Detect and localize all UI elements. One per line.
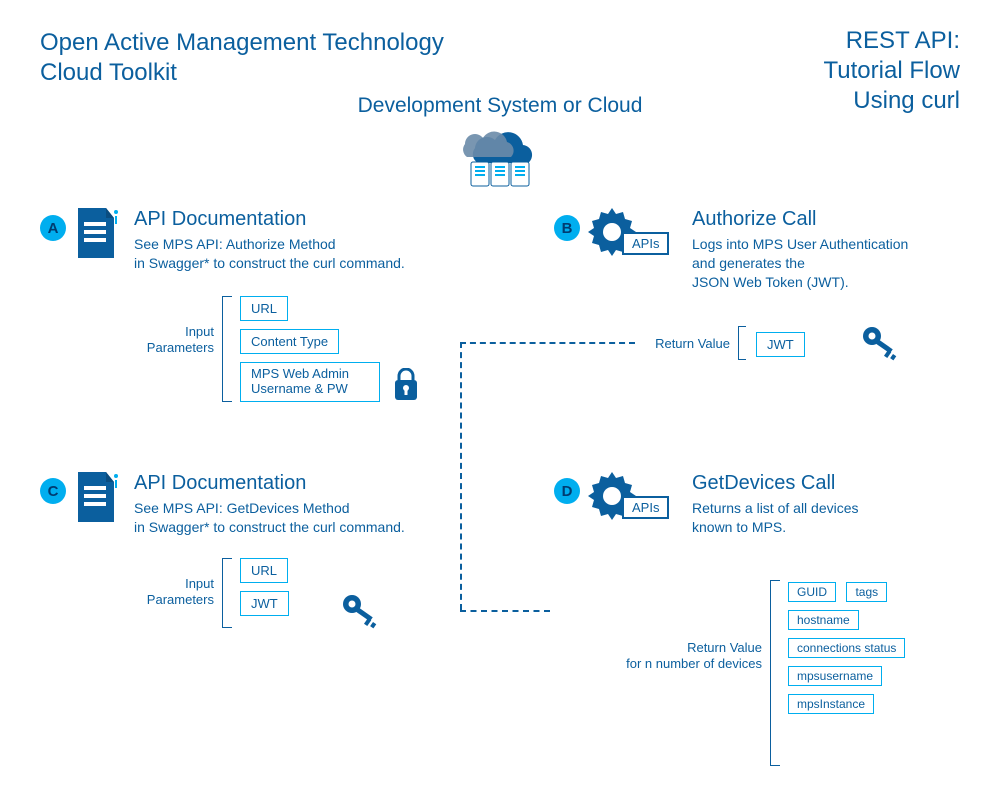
- dev-system-label: Development System or Cloud: [358, 94, 643, 118]
- connector-line: [460, 610, 550, 612]
- document-icon: [72, 206, 120, 267]
- section-c-title: API Documentation: [134, 472, 464, 495]
- section-b-body1: Logs into MPS User Authentication: [692, 235, 972, 254]
- section-c: API Documentation See MPS API: GetDevice…: [134, 472, 464, 537]
- badge-d: D: [554, 478, 580, 504]
- section-d-body1: Returns a list of all devices: [692, 499, 972, 518]
- section-c-params: URL JWT: [240, 554, 289, 620]
- return-mpsusername: mpsusername: [788, 666, 882, 686]
- return-jwt: JWT: [756, 332, 805, 357]
- section-c-body1: See MPS API: GetDevices Method: [134, 499, 464, 518]
- section-b-body2: and generates the: [692, 254, 972, 273]
- bracket-icon: [222, 296, 232, 402]
- title-left-line1: Open Active Management Technology: [40, 28, 444, 58]
- return-conn-status: connections status: [788, 638, 905, 658]
- section-b-return-label: Return Value: [640, 336, 730, 352]
- section-d-body2: known to MPS.: [692, 518, 972, 537]
- lock-icon: [392, 368, 420, 407]
- bracket-icon: [222, 558, 232, 628]
- title-right-line3: Using curl: [824, 86, 960, 116]
- bracket-icon: [738, 326, 746, 360]
- badge-b: B: [554, 215, 580, 241]
- return-guid: GUID: [788, 582, 836, 602]
- param-url-c: URL: [240, 558, 288, 583]
- section-a-body1: See MPS API: Authorize Method: [134, 235, 464, 254]
- section-b-return: JWT: [756, 328, 805, 361]
- apis-label-b: APIs: [622, 232, 669, 255]
- section-d-title: GetDevices Call: [692, 472, 972, 495]
- section-c-body2: in Swagger* to construct the curl comman…: [134, 518, 464, 537]
- bracket-icon: [770, 580, 780, 766]
- badge-a: A: [40, 215, 66, 241]
- cloud-servers-icon: [445, 120, 555, 195]
- key-icon: [340, 590, 380, 635]
- return-hostname: hostname: [788, 610, 859, 630]
- key-icon: [860, 322, 900, 367]
- section-a-params: URL Content Type MPS Web Admin Username …: [240, 292, 380, 406]
- title-right-line1: REST API:: [824, 26, 960, 56]
- param-credentials: MPS Web Admin Username & PW: [240, 362, 380, 402]
- title-right-line2: Tutorial Flow: [824, 56, 960, 86]
- page-title-right: REST API: Tutorial Flow Using curl: [824, 26, 960, 116]
- connector-line: [460, 342, 462, 610]
- apis-label-d: APIs: [622, 496, 669, 519]
- section-d-returns: GUID tags hostname connections status mp…: [788, 578, 968, 718]
- title-left-line2: Cloud Toolkit: [40, 58, 444, 88]
- document-icon: [72, 470, 120, 531]
- page-title-left: Open Active Management Technology Cloud …: [40, 28, 444, 88]
- section-a-title: API Documentation: [134, 208, 464, 231]
- section-a: API Documentation See MPS API: Authorize…: [134, 208, 464, 273]
- section-a-param-label: InputParameters: [144, 324, 214, 355]
- return-tags: tags: [846, 582, 887, 602]
- param-url: URL: [240, 296, 288, 321]
- section-c-param-label: InputParameters: [144, 576, 214, 607]
- param-jwt-c: JWT: [240, 591, 289, 616]
- section-d-return-label: Return Valuefor n number of devices: [612, 640, 762, 671]
- section-d: GetDevices Call Returns a list of all de…: [692, 472, 972, 537]
- section-b-title: Authorize Call: [692, 208, 972, 231]
- connector-line: [460, 342, 635, 344]
- badge-c: C: [40, 478, 66, 504]
- section-b: Authorize Call Logs into MPS User Authen…: [692, 208, 972, 292]
- param-content-type: Content Type: [240, 329, 339, 354]
- return-mpsinstance: mpsInstance: [788, 694, 874, 714]
- section-a-body2: in Swagger* to construct the curl comman…: [134, 254, 464, 273]
- section-b-body3: JSON Web Token (JWT).: [692, 273, 972, 292]
